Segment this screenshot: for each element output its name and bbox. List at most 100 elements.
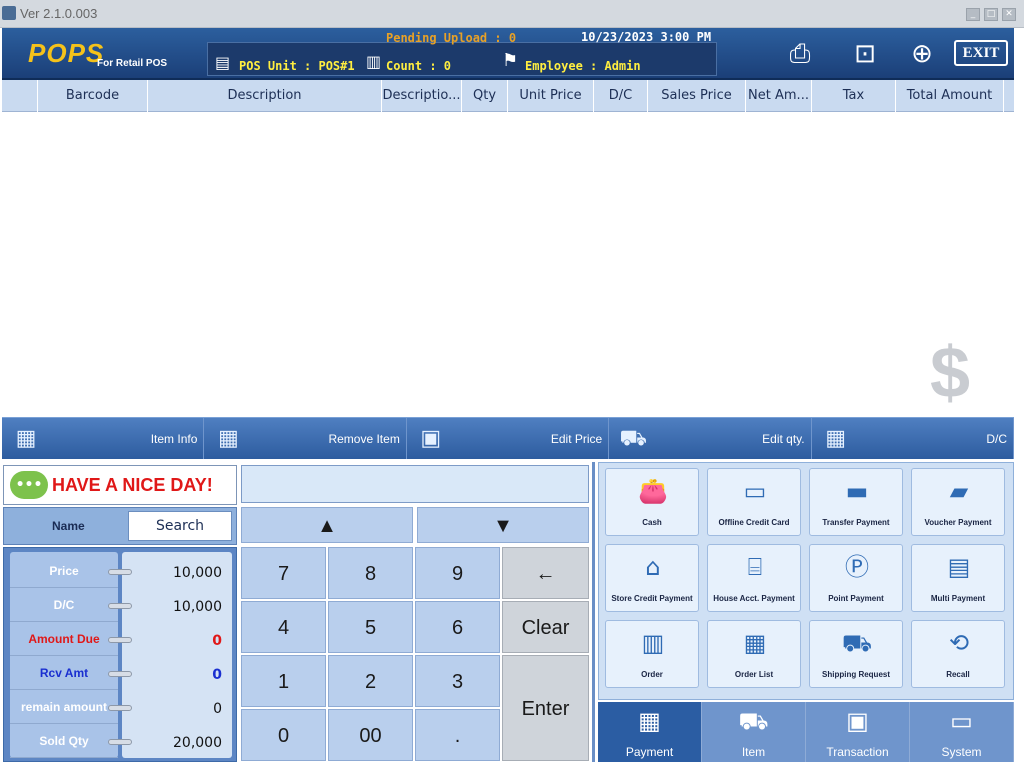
- column-header[interactable]: Descriptio...: [382, 80, 462, 112]
- column-header[interactable]: Tax: [812, 80, 896, 112]
- payment-option-button[interactable]: ▥ Order: [605, 620, 699, 688]
- tab-system[interactable]: ▭ System: [910, 702, 1014, 762]
- keypad-input[interactable]: [241, 465, 589, 503]
- info-label: Rcv Amt: [10, 656, 118, 690]
- minimize-button[interactable]: _: [966, 8, 980, 21]
- payment-option-label: Order List: [734, 670, 774, 679]
- digit-key[interactable]: 1: [241, 655, 326, 707]
- digit-key[interactable]: 5: [328, 601, 413, 653]
- employee: Employee : Admin: [525, 59, 641, 73]
- count: Count : 0: [386, 59, 452, 73]
- digit-key[interactable]: 6: [415, 601, 500, 653]
- payment-option-button[interactable]: ▰ Voucher Payment: [911, 468, 1005, 536]
- column-header[interactable]: Unit Price: [508, 80, 594, 112]
- payment-option-button[interactable]: ⌸ House Acct. Payment: [707, 544, 801, 612]
- transaction-icon: ▣: [846, 708, 869, 735]
- tab-transaction[interactable]: ▣ Transaction: [806, 702, 910, 762]
- tab-item[interactable]: ⛟ Item: [702, 702, 806, 762]
- action-label: D/C: [986, 432, 1008, 446]
- cash-drawer-icon[interactable]: ⊡: [845, 34, 885, 74]
- action-label: Remove Item: [328, 432, 400, 446]
- payment-options-grid: 👛 Cash ▭ Offline Credit Card ▬ Transfer Payme…: [598, 462, 1014, 700]
- action-label: Item Info: [150, 432, 198, 446]
- order-list-icon: ▦: [743, 629, 767, 657]
- tab-payment[interactable]: ▦ Payment: [598, 702, 702, 762]
- receipt-printer-icon[interactable]: ⎙: [780, 34, 820, 74]
- customer-name-bar: Name Search: [3, 507, 237, 545]
- column-header[interactable]: Net Am...: [746, 80, 812, 112]
- column-header[interactable]: Sales Price: [648, 80, 746, 112]
- edit-qty-button[interactable]: ⛟ Edit qty.: [609, 418, 812, 459]
- dc-button[interactable]: ▦ D/C: [812, 418, 1015, 459]
- close-button[interactable]: ✕: [1002, 8, 1016, 21]
- column-header[interactable]: Barcode: [38, 80, 148, 112]
- payment-option-button[interactable]: ▦ Order List: [707, 620, 801, 688]
- digit-key[interactable]: .: [415, 709, 500, 761]
- maximize-button[interactable]: □: [984, 8, 998, 21]
- payment-option-button[interactable]: ▤ Multi Payment: [911, 544, 1005, 612]
- cart-icon: ⛟: [619, 425, 648, 450]
- chat-bubble-icon: •••: [10, 471, 48, 499]
- payment-option-button[interactable]: Ⓟ Point Payment: [809, 544, 903, 612]
- info-label: D/C: [10, 588, 118, 622]
- info-label: Price: [10, 554, 118, 588]
- column-header[interactable]: Qty: [462, 80, 508, 112]
- exit-button[interactable]: EXIT: [954, 40, 1008, 66]
- payment-option-button[interactable]: 👛 Cash: [605, 468, 699, 536]
- gift-card-icon: ▰: [949, 477, 969, 505]
- column-header[interactable]: Total Amount: [896, 80, 1004, 112]
- payment-option-label: Cash: [642, 518, 662, 527]
- info-label: Amount Due: [10, 622, 118, 656]
- pending-upload: Pending Upload : 0: [386, 31, 517, 45]
- clip-icon: [108, 603, 132, 609]
- payment-option-label: Multi Payment: [930, 594, 986, 603]
- digit-key[interactable]: 9: [415, 547, 500, 599]
- pops-logo: POPS: [28, 38, 105, 68]
- edit-price-button[interactable]: ▣ Edit Price: [407, 418, 610, 459]
- enter-button[interactable]: Enter: [502, 655, 589, 761]
- multi-card-icon: ▤: [947, 553, 971, 581]
- payment-option-button[interactable]: ⌂ Store Credit Payment: [605, 544, 699, 612]
- payment-option-button[interactable]: ⟲ Recall: [911, 620, 1005, 688]
- wallet-icon: 👛: [638, 477, 668, 505]
- payment-option-button[interactable]: ▬ Transfer Payment: [809, 468, 903, 536]
- points-icon: Ⓟ: [845, 553, 869, 581]
- items-table-body[interactable]: [2, 112, 1014, 415]
- recall-icon: ⟲: [948, 629, 970, 657]
- item-info-button[interactable]: ▦ Item Info: [2, 418, 205, 459]
- digit-key[interactable]: 00: [328, 709, 413, 761]
- pos-terminal-icon: ▤: [215, 53, 231, 72]
- store-icon: ⌂: [645, 553, 661, 581]
- column-header[interactable]: D/C: [594, 80, 648, 112]
- info-label: remain amount: [10, 690, 118, 724]
- up-arrow-button[interactable]: ▲: [241, 507, 413, 543]
- payment-icon: ▦: [638, 708, 661, 735]
- payment-option-label: House Acct. Payment: [713, 594, 795, 603]
- search-button[interactable]: Search: [128, 511, 232, 541]
- payment-option-label: Point Payment: [828, 594, 884, 603]
- payment-option-button[interactable]: ⛟ Shipping Request: [809, 620, 903, 688]
- dollar-watermark-icon: $: [930, 333, 971, 413]
- digit-key[interactable]: 0: [241, 709, 326, 761]
- down-arrow-button[interactable]: ▼: [417, 507, 589, 543]
- name-label: Name: [52, 519, 85, 533]
- lock-icon[interactable]: ⊕: [902, 34, 942, 74]
- payment-option-button[interactable]: ▭ Offline Credit Card: [707, 468, 801, 536]
- clear-button[interactable]: Clear: [502, 601, 589, 653]
- column-header[interactable]: [2, 80, 38, 112]
- window-title-bar: Ver 2.1.0.003 _ □ ✕: [0, 0, 1024, 28]
- digit-key[interactable]: 3: [415, 655, 500, 707]
- pos-unit: POS Unit : POS#1: [239, 59, 355, 73]
- backspace-button[interactable]: ←: [502, 547, 589, 599]
- column-header[interactable]: Description: [148, 80, 382, 112]
- tab-label: Transaction: [826, 745, 889, 759]
- payment-option-label: Transfer Payment: [822, 518, 890, 527]
- info-label: Sold Qty: [10, 724, 118, 758]
- digit-key[interactable]: 7: [241, 547, 326, 599]
- employee-icon: ⚑: [502, 50, 519, 71]
- transaction-info-panel: Price D/C Amount Due Rcv Amt remain amount So…: [3, 547, 237, 762]
- digit-key[interactable]: 2: [328, 655, 413, 707]
- digit-key[interactable]: 4: [241, 601, 326, 653]
- digit-key[interactable]: 8: [328, 547, 413, 599]
- remove-item-button[interactable]: ▦ Remove Item: [204, 418, 407, 459]
